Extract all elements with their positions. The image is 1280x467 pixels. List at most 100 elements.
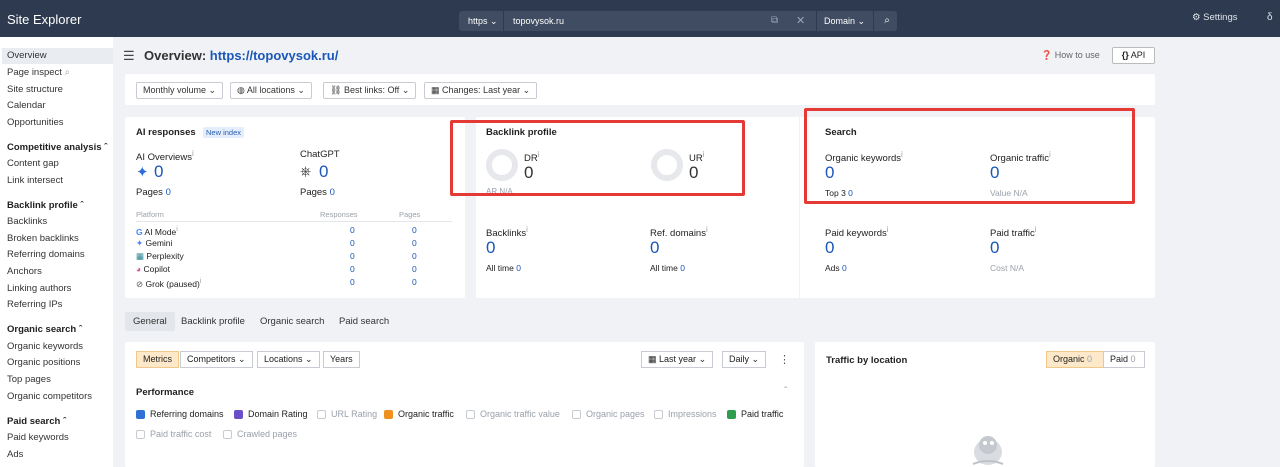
paid-keywords-value[interactable]: 0	[825, 238, 834, 258]
sidebar-item-anchors[interactable]: Anchors	[7, 266, 42, 277]
chevron-up-icon: ˆ	[104, 142, 108, 153]
responses-cell[interactable]: 0	[350, 225, 355, 235]
sidebar-item-ads[interactable]: Ads	[7, 449, 23, 460]
clear-icon[interactable]: ✕	[796, 11, 805, 31]
chevron-up-icon[interactable]: ˆ	[784, 386, 787, 397]
gemini-icon: ✦	[136, 238, 144, 248]
sidebar-section-backlink-profile[interactable]: Backlink profile ˆ	[7, 200, 84, 211]
ai-overviews-value[interactable]: 0	[154, 162, 163, 182]
checkbox-organic-traffic[interactable]: Organic traffic	[384, 409, 454, 419]
more-options-icon[interactable]: ⋮	[779, 353, 790, 366]
api-button[interactable]: {} API	[1112, 47, 1155, 64]
backlinks-value[interactable]: 0	[486, 238, 495, 258]
interval-dropdown[interactable]: Daily ⌄	[722, 351, 767, 368]
organic-toggle[interactable]: Organic 0	[1046, 351, 1104, 368]
checkbox-organic-traffic-value[interactable]: Organic traffic value	[466, 409, 560, 419]
how-to-use-link[interactable]: ❓ How to use	[1041, 50, 1100, 61]
sidebar-item-overview[interactable]: Overview	[2, 48, 113, 64]
table-header-platform: Platform	[136, 210, 164, 219]
responses-cell[interactable]: 0	[350, 238, 355, 248]
sidebar-section-competitive-analysis[interactable]: Competitive analysis ˆ	[7, 142, 107, 153]
checkbox-url-rating[interactable]: URL Rating	[317, 409, 377, 419]
protocol-select[interactable]: https ⌄	[459, 11, 504, 31]
sidebar-section-paid-search[interactable]: Paid search ˆ	[7, 416, 66, 427]
google-icon: G	[136, 226, 143, 237]
sidebar-item-broken-backlinks[interactable]: Broken backlinks	[7, 233, 79, 244]
settings-button[interactable]: ⚙ Settings	[1192, 12, 1238, 23]
checkbox-referring-domains[interactable]: Referring domains	[136, 409, 224, 419]
pages-cell[interactable]: 0	[412, 277, 417, 287]
chevron-up-icon: ˆ	[78, 324, 82, 335]
monthly-volume-dropdown[interactable]: Monthly volume ⌄	[136, 82, 224, 99]
sidebar-item-paid-keywords[interactable]: Paid keywords	[7, 432, 69, 443]
chatgpt-value[interactable]: 0	[319, 162, 328, 182]
best-links-dropdown[interactable]: ⛓ Best links: Off ⌄	[323, 82, 417, 99]
sidebar-item-page-inspect[interactable]: Page inspect ⌕	[7, 67, 70, 78]
paid-traffic-value[interactable]: 0	[990, 238, 999, 258]
pages-cell[interactable]: 0	[412, 251, 417, 261]
search-icon: ⌕	[64, 67, 70, 78]
mode-select[interactable]: Domain ⌄	[816, 11, 874, 31]
sidebar-item-link-intersect[interactable]: Link intersect	[7, 175, 63, 186]
grok-icon: ⊘	[136, 278, 144, 289]
changes-dropdown[interactable]: ▦ Changes: Last year ⌄	[424, 82, 538, 99]
competitors-segment[interactable]: Competitors ⌄	[180, 351, 253, 368]
locations-segment[interactable]: Locations ⌄	[257, 351, 320, 368]
checkbox-crawled-pages[interactable]: Crawled pages	[223, 429, 297, 439]
checkbox-paid-traffic[interactable]: Paid traffic	[727, 409, 783, 419]
metrics-segment[interactable]: Metrics	[136, 351, 179, 368]
checkbox-paid-traffic-cost[interactable]: Paid traffic cost	[136, 429, 211, 439]
gear-icon: ⚙	[1192, 12, 1201, 23]
ref-domains-value[interactable]: 0	[650, 238, 659, 258]
pages-cell[interactable]: 0	[412, 225, 417, 235]
search-icon[interactable]: ⌕	[877, 11, 897, 31]
sidebar-item-top-pages[interactable]: Top pages	[7, 374, 51, 385]
sidebar-item-organic-positions[interactable]: Organic positions	[7, 357, 80, 368]
sidebar-item-referring-ips[interactable]: Referring IPs	[7, 299, 62, 310]
paid-toggle[interactable]: Paid 0	[1103, 351, 1145, 368]
table-divider	[136, 221, 452, 222]
external-link-icon[interactable]: ⧉	[771, 11, 778, 31]
calendar-icon: ▦	[431, 85, 440, 95]
table-header-pages: Pages	[399, 210, 421, 219]
responses-cell[interactable]: 0	[350, 251, 355, 261]
tab-general[interactable]: General	[125, 312, 175, 331]
checkbox-organic-pages[interactable]: Organic pages	[572, 409, 645, 419]
chevron-down-icon: ⌄	[857, 16, 866, 26]
globe-icon: ◍	[237, 85, 245, 95]
pages-cell[interactable]: 0	[412, 264, 417, 274]
checkbox-empty-icon	[572, 410, 581, 419]
responses-cell[interactable]: 0	[350, 277, 355, 287]
checkbox-checked-icon	[234, 410, 243, 419]
ai-responses-card: AI responses New index AI Overviewsi ✦ 0…	[125, 117, 465, 298]
chatgpt-pages: Pages 0	[300, 187, 335, 198]
sidebar-item-calendar[interactable]: Calendar	[7, 100, 46, 111]
years-segment[interactable]: Years	[323, 351, 360, 368]
account-icon[interactable]: δ	[1267, 12, 1273, 23]
sidebar-item-opportunities[interactable]: Opportunities	[7, 117, 64, 128]
responses-cell[interactable]: 0	[350, 264, 355, 274]
sidebar-item-backlinks[interactable]: Backlinks	[7, 216, 47, 227]
tab-backlink-profile[interactable]: Backlink profile	[181, 316, 245, 327]
target-url-link[interactable]: https://topovysok.ru/	[210, 48, 339, 63]
chatgpt-label: ChatGPT	[300, 149, 340, 160]
sidebar-item-organic-keywords[interactable]: Organic keywords	[7, 341, 83, 352]
sidebar-item-organic-competitors[interactable]: Organic competitors	[7, 391, 92, 402]
sidebar-item-linking-authors[interactable]: Linking authors	[7, 283, 71, 294]
sidebar-item-site-structure[interactable]: Site structure	[7, 84, 63, 95]
table-row: ✦ Gemini	[136, 238, 173, 248]
period-dropdown[interactable]: ▦ Last year ⌄	[641, 351, 714, 368]
checkbox-empty-icon	[466, 410, 475, 419]
menu-icon[interactable]: ☰	[123, 48, 135, 64]
url-input[interactable]: topovysok.ru	[513, 11, 564, 31]
checkbox-impressions[interactable]: Impressions	[654, 409, 717, 419]
tab-paid-search[interactable]: Paid search	[339, 316, 389, 327]
sidebar-item-content-gap[interactable]: Content gap	[7, 158, 59, 169]
sidebar-item-referring-domains[interactable]: Referring domains	[7, 249, 85, 260]
locations-dropdown[interactable]: ◍ All locations ⌄	[230, 82, 312, 99]
chevron-up-icon: ˆ	[62, 416, 67, 427]
pages-cell[interactable]: 0	[412, 238, 417, 248]
checkbox-domain-rating[interactable]: Domain Rating	[234, 409, 308, 419]
sidebar-section-organic-search[interactable]: Organic search ˆ	[7, 324, 82, 335]
tab-organic-search[interactable]: Organic search	[260, 316, 324, 327]
